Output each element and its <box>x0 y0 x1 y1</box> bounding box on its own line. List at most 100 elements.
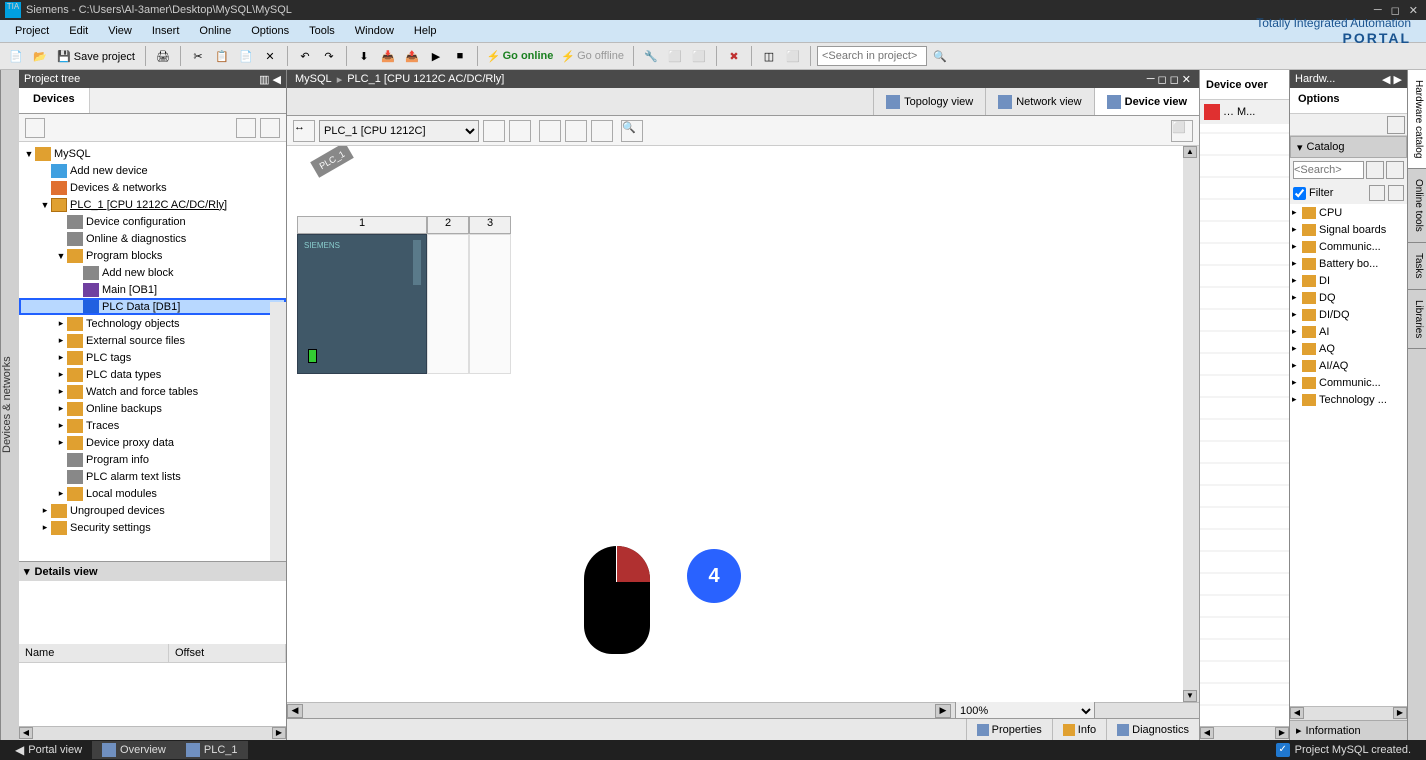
tree-item[interactable]: Add new device <box>19 162 286 179</box>
toolbar-icon-b[interactable]: ⬜ <box>664 45 686 67</box>
et-right-icon[interactable]: ⬜ <box>1171 120 1193 142</box>
catalog-item[interactable]: ▸Battery bo... <box>1290 255 1407 272</box>
slot-2-empty[interactable] <box>427 234 469 374</box>
panel-collapse-icon[interactable]: ▥ ◀ <box>259 73 281 86</box>
tree-item[interactable]: PLC alarm text lists <box>19 468 286 485</box>
device-canvas[interactable]: PLC_1 1 SIEMENS 2 <box>287 146 1199 702</box>
tree-item[interactable]: ▸Security settings <box>19 519 286 536</box>
slot-3-header[interactable]: 3 <box>469 216 511 234</box>
menu-online[interactable]: Online <box>189 23 241 39</box>
tree-item[interactable]: Device configuration <box>19 213 286 230</box>
close-button[interactable]: ✕ <box>1406 4 1421 17</box>
menu-insert[interactable]: Insert <box>142 23 190 39</box>
catalog-item[interactable]: ▸AQ <box>1290 340 1407 357</box>
hw-hscroll[interactable]: ◀▶ <box>1290 706 1407 720</box>
details-col-offset[interactable]: Offset <box>169 644 286 662</box>
tab-device-view[interactable]: Device view <box>1094 88 1199 115</box>
redo-icon[interactable]: ↷ <box>318 45 340 67</box>
side-tab-devices-networks[interactable]: Devices & networks <box>0 70 19 740</box>
side-tab-hardware-catalog[interactable]: Hardware catalog <box>1408 70 1426 169</box>
paste-icon[interactable]: 📄 <box>235 45 257 67</box>
et-b5[interactable] <box>591 120 613 142</box>
tree-item[interactable]: ▸Local modules <box>19 485 286 502</box>
stop-icon[interactable]: ■ <box>449 45 471 67</box>
catalog-item[interactable]: ▸DI <box>1290 272 1407 289</box>
toolbar-icon-c[interactable]: ⬜ <box>688 45 710 67</box>
minimize-button[interactable]: ─ <box>1371 4 1385 17</box>
tree-item[interactable]: ▸Online backups <box>19 400 286 417</box>
overview-tab[interactable]: Overview <box>92 741 176 759</box>
side-tab-online-tools[interactable]: Online tools <box>1408 169 1426 243</box>
catalog-item[interactable]: ▸DI/DQ <box>1290 306 1407 323</box>
tree-scrollbar[interactable] <box>270 302 286 561</box>
catalog-item[interactable]: ▸DQ <box>1290 289 1407 306</box>
menu-view[interactable]: View <box>98 23 142 39</box>
menu-window[interactable]: Window <box>345 23 404 39</box>
toolbar-x-icon[interactable]: ✖ <box>723 45 745 67</box>
tab-network-view[interactable]: Network view <box>985 88 1093 115</box>
go-online-button[interactable]: ⚡Go online <box>484 50 556 63</box>
delete-icon[interactable]: ✕ <box>259 45 281 67</box>
devices-tab[interactable]: Devices <box>19 88 90 113</box>
tree-item[interactable]: ▸PLC data types <box>19 366 286 383</box>
left-panel-hscroll[interactable]: ◀▶ <box>19 726 286 740</box>
et-b2[interactable] <box>509 120 531 142</box>
menu-help[interactable]: Help <box>404 23 447 39</box>
tree-item[interactable]: ▼PLC_1 [CPU 1212C AC/DC/Rly] <box>19 196 286 213</box>
tree-item[interactable]: PLC Data [DB1] <box>19 298 286 315</box>
catalog-search-btn-1[interactable] <box>1366 161 1384 179</box>
split2-icon[interactable]: ⬜ <box>782 45 804 67</box>
undo-icon[interactable]: ↶ <box>294 45 316 67</box>
tree-btn-1[interactable] <box>25 118 45 138</box>
catalog-tree[interactable]: ▸CPU▸Signal boards▸Communic...▸Battery b… <box>1290 204 1407 706</box>
filter-btn-2[interactable] <box>1388 185 1404 201</box>
editor-maximize-icon[interactable]: ◻ <box>1158 73 1167 86</box>
slot-2-header[interactable]: 2 <box>427 216 469 234</box>
editor-close-icon[interactable]: ✕ <box>1182 73 1191 86</box>
simulate-icon[interactable]: ▶ <box>425 45 447 67</box>
open-project-icon[interactable]: 📂 <box>29 45 51 67</box>
menu-tools[interactable]: Tools <box>299 23 345 39</box>
tree-item[interactable]: Devices & networks <box>19 179 286 196</box>
tree-item[interactable]: ▸Traces <box>19 417 286 434</box>
hw-opt-btn[interactable] <box>1387 116 1405 134</box>
tree-item[interactable]: Program info <box>19 451 286 468</box>
save-project-button[interactable]: 💾 Save project <box>53 50 139 63</box>
catalog-search-input[interactable] <box>1293 161 1364 179</box>
catalog-item[interactable]: ▸Communic... <box>1290 374 1407 391</box>
filter-checkbox[interactable] <box>1293 187 1306 200</box>
slot-1-header[interactable]: 1 <box>297 216 427 234</box>
download-icon[interactable]: 📥 <box>377 45 399 67</box>
catalog-item[interactable]: ▸Technology ... <box>1290 391 1407 408</box>
catalog-section-header[interactable]: ▾Catalog <box>1290 136 1407 158</box>
plc1-tab[interactable]: PLC_1 <box>176 741 248 759</box>
catalog-item[interactable]: ▸AI/AQ <box>1290 357 1407 374</box>
split-icon[interactable]: ◫ <box>758 45 780 67</box>
tree-item[interactable]: ▸Ungrouped devices <box>19 502 286 519</box>
tree-item[interactable]: Add new block <box>19 264 286 281</box>
filter-btn-1[interactable] <box>1369 185 1385 201</box>
new-project-icon[interactable]: 📄 <box>5 45 27 67</box>
breadcrumb-plc[interactable]: PLC_1 [CPU 1212C AC/DC/Rly] <box>347 73 504 85</box>
editor-restore-icon[interactable]: ◻ <box>1170 73 1179 86</box>
hscroll-track[interactable] <box>303 704 935 718</box>
tree-item[interactable]: ▸Device proxy data <box>19 434 286 451</box>
menu-options[interactable]: Options <box>241 23 299 39</box>
details-col-name[interactable]: Name <box>19 644 169 662</box>
tab-info[interactable]: Info <box>1052 719 1106 740</box>
details-view-header[interactable]: ▾Details view <box>19 561 286 581</box>
tree-item[interactable]: Online & diagnostics <box>19 230 286 247</box>
maximize-button[interactable]: ◻ <box>1388 4 1403 17</box>
tree-item[interactable]: ▸External source files <box>19 332 286 349</box>
search-in-project-input[interactable] <box>817 46 927 66</box>
tab-topology-view[interactable]: Topology view <box>873 88 985 115</box>
toolbar-icon-a[interactable]: 🔧 <box>640 45 662 67</box>
dov-hscroll[interactable]: ◀▶ <box>1200 726 1289 740</box>
tab-properties[interactable]: Properties <box>966 719 1052 740</box>
information-section-header[interactable]: ▸Information <box>1290 720 1407 740</box>
compile-icon[interactable]: ⬇ <box>353 45 375 67</box>
breadcrumb-root[interactable]: MySQL <box>295 73 332 85</box>
search-icon[interactable]: 🔍 <box>929 45 951 67</box>
device-overview-header[interactable]: Device over <box>1200 70 1289 100</box>
catalog-item[interactable]: ▸CPU <box>1290 204 1407 221</box>
